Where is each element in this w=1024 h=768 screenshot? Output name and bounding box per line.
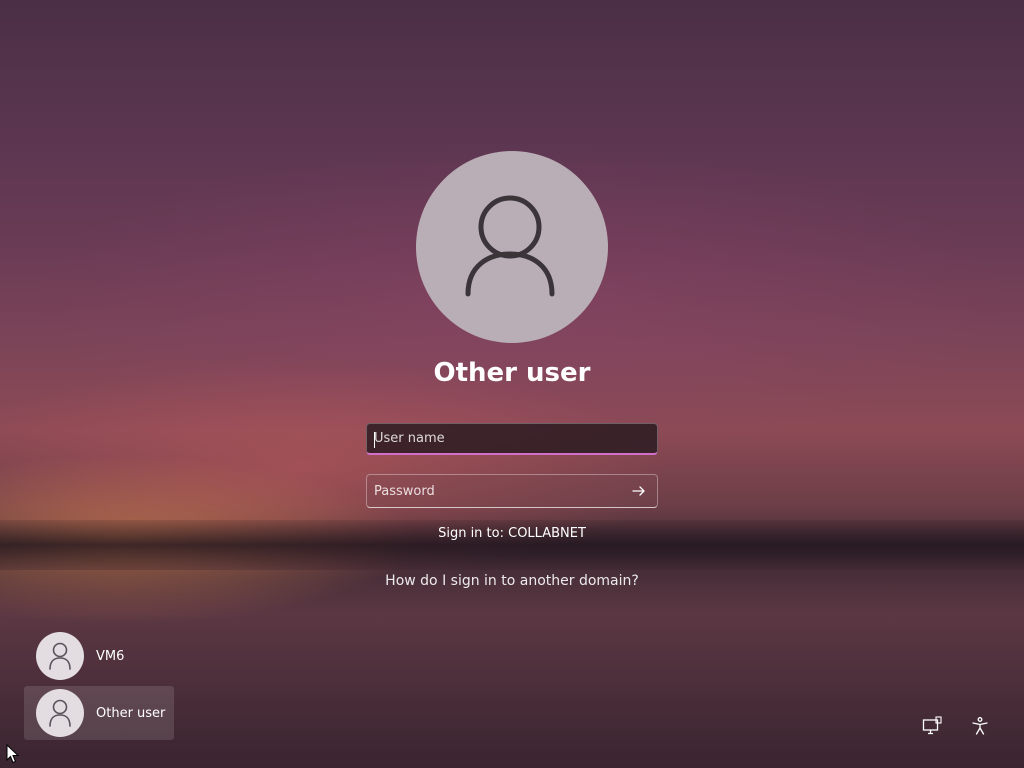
other-domain-link[interactable]: How do I sign in to another domain? <box>312 573 712 589</box>
user-tile-other-user[interactable]: Other user <box>24 686 174 740</box>
user-tile-vm6[interactable]: VM6 <box>24 629 174 683</box>
password-field[interactable] <box>366 474 658 508</box>
text-caret <box>374 432 375 448</box>
person-icon <box>49 642 71 670</box>
accessibility-icon[interactable] <box>970 716 990 736</box>
password-input[interactable] <box>367 475 624 507</box>
user-avatar <box>416 151 608 343</box>
user-tile-label: Other user <box>96 705 166 721</box>
person-icon <box>49 699 71 727</box>
username-input[interactable] <box>367 424 624 453</box>
person-icon <box>465 195 555 297</box>
sign-in-domain-text: Sign in to: COLLABNET <box>438 526 586 541</box>
user-tile-label: VM6 <box>96 648 125 664</box>
arrow-right-icon[interactable] <box>631 483 647 499</box>
mouse-pointer-icon <box>6 744 20 764</box>
network-icon[interactable] <box>922 716 942 736</box>
tile-avatar <box>36 689 84 737</box>
tile-avatar <box>36 632 84 680</box>
lock-screen: Other user Sign in to: COLLABNET How do … <box>0 0 1024 768</box>
username-field[interactable] <box>366 423 658 455</box>
selected-user-name: Other user <box>433 358 591 388</box>
